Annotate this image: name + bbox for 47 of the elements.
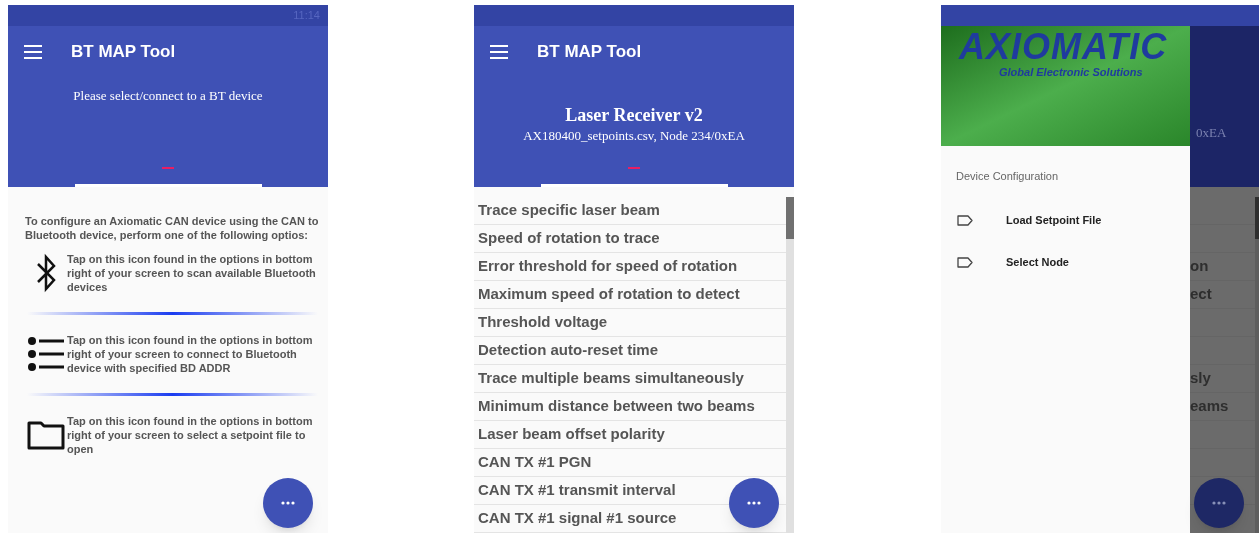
setting-item[interactable]: Laser beam offset polarity [474,421,786,449]
drawer-item[interactable]: Load Setpoint File [941,199,1190,242]
action-button[interactable] [729,478,779,528]
action-button[interactable] [263,478,313,528]
list-fragment: eams [1190,396,1229,417]
app-title: BT MAP Tool [71,41,176,64]
header-fragment: 0xEA [1195,124,1228,142]
bluetooth-icon [35,253,57,293]
device-info: AX180400_setpoints.csv, Node 234/0xEA [522,127,746,145]
scroll-thumb [1255,197,1259,239]
page-indicator [162,167,174,169]
intro-text: To configure an Axiomatic CAN device using the CAN to Bluetooth device, perform one of the following optios: [25,214,320,242]
setting-item[interactable]: Maximum speed of rotation to detect [474,281,786,309]
more-icon [1212,501,1226,505]
option-text: Tap on this icon found in the options in bottom right of your screen to connect to Bluetooth device with specified BD ADDR [67,333,314,375]
option-text: Tap on this icon found in the options in bottom right of your screen to select a setpoint file to open [67,414,314,456]
option-text: Tap on this icon found in the options in bottom right of your screen to scan available Bluetooth devices [67,252,317,294]
drawer-item-label: Select Node [1006,255,1069,271]
more-icon [747,501,761,505]
setting-item[interactable]: Speed of rotation to trace [474,225,786,253]
list-icon [27,336,65,372]
logo-text: AXIOMATIC [959,28,1169,66]
drawer-section-title: Device Configuration [956,169,1060,184]
connection-message: Please select/connect to a BT device [72,87,264,105]
device-name: Laser Receiver v2 [564,104,704,126]
folder-icon [27,420,65,450]
setting-item[interactable]: Minimum distance between two beams [474,393,786,421]
drawer-item[interactable]: Select Node [941,241,1190,284]
menu-icon[interactable] [24,45,42,59]
list-fragment: on [1190,256,1209,277]
setting-item[interactable]: Trace specific laser beam [474,197,786,225]
more-icon [281,501,295,505]
drawer-item-label: Load Setpoint File [1006,213,1102,229]
logo-tagline: Global Electronic Solutions [999,66,1144,78]
setting-item[interactable]: CAN TX #1 PGN [474,449,786,477]
label-icon [957,215,973,226]
list-fragment: sly [1190,368,1211,389]
setting-item[interactable]: Detection auto-reset time [474,337,786,365]
label-icon [957,257,973,268]
app-title: BT MAP Tool [537,41,642,64]
setting-item[interactable]: Threshold voltage [474,309,786,337]
setting-item[interactable]: Error threshold for speed of rotation [474,253,786,281]
setting-item[interactable]: Trace multiple beams simultaneously [474,365,786,393]
scroll-thumb[interactable] [786,197,794,239]
list-fragment: ect [1190,284,1212,305]
menu-icon[interactable] [490,45,508,59]
page-indicator [628,167,640,169]
